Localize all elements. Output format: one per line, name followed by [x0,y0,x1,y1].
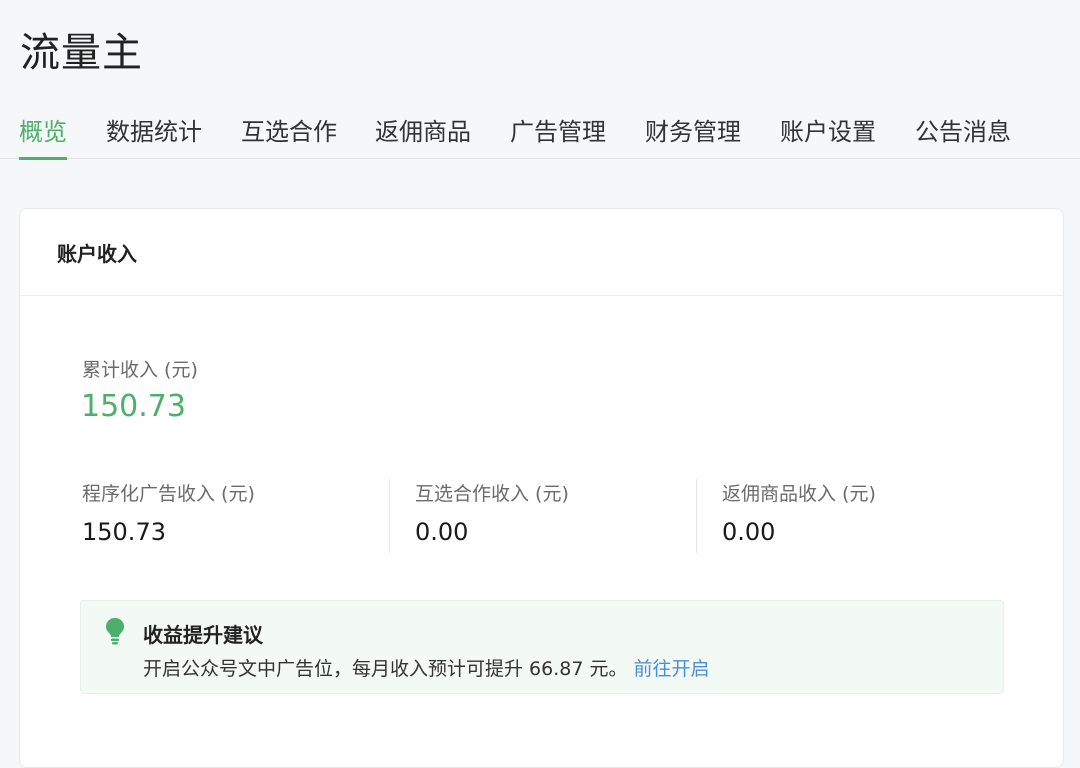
tab-bar: 概览 数据统计 互选合作 返佣商品 广告管理 财务管理 账户设置 公告消息 [0,100,1080,160]
tab-data-statistics[interactable]: 数据统计 [106,112,202,159]
tab-ad-management[interactable]: 广告管理 [510,112,606,159]
stat-label: 返佣商品收入 (元) [722,483,876,505]
stat-label: 程序化广告收入 (元) [82,483,255,505]
tab-overview[interactable]: 概览 [19,112,67,160]
active-tab-indicator [19,157,67,160]
stat-value: 0.00 [415,518,469,546]
tab-account-settings[interactable]: 账户设置 [780,112,876,159]
stat-value: 150.73 [82,518,166,546]
tab-finance-management[interactable]: 财务管理 [645,112,741,159]
total-income-label: 累计收入 (元) [82,359,198,381]
tip-text-line: 开启公众号文中广告位，每月收入预计可提升 66.87 元。 前往开启 [143,654,710,681]
account-income-card: 账户收入 累计收入 (元) 150.73 程序化广告收入 (元) 150.73 … [19,208,1064,768]
card-title: 账户收入 [20,209,1063,296]
page-title: 流量主 [20,30,143,76]
tab-announcements[interactable]: 公告消息 [915,112,1011,159]
total-income-value: 150.73 [81,389,186,424]
stat-divider [389,479,390,553]
stat-value: 0.00 [722,518,776,546]
mutual-cooperation-income: 互选合作收入 (元) 0.00 [415,479,569,554]
tip-title: 收益提升建议 [143,623,263,647]
tip-text: 开启公众号文中广告位，每月收入预计可提升 66.87 元。 [143,658,628,680]
lightbulb-icon [106,618,124,645]
tab-label: 概览 [19,118,67,146]
enable-ad-link[interactable]: 前往开启 [633,658,709,680]
stat-divider [696,479,697,553]
revenue-tip-box: 收益提升建议 开启公众号文中广告位，每月收入预计可提升 66.87 元。 前往开启 [80,600,1004,694]
tab-mutual-cooperation[interactable]: 互选合作 [241,112,337,159]
stat-label: 互选合作收入 (元) [415,483,569,505]
programmatic-ad-income: 程序化广告收入 (元) 150.73 [82,479,255,554]
tab-rebate-products[interactable]: 返佣商品 [375,112,471,159]
rebate-product-income: 返佣商品收入 (元) 0.00 [722,479,876,554]
